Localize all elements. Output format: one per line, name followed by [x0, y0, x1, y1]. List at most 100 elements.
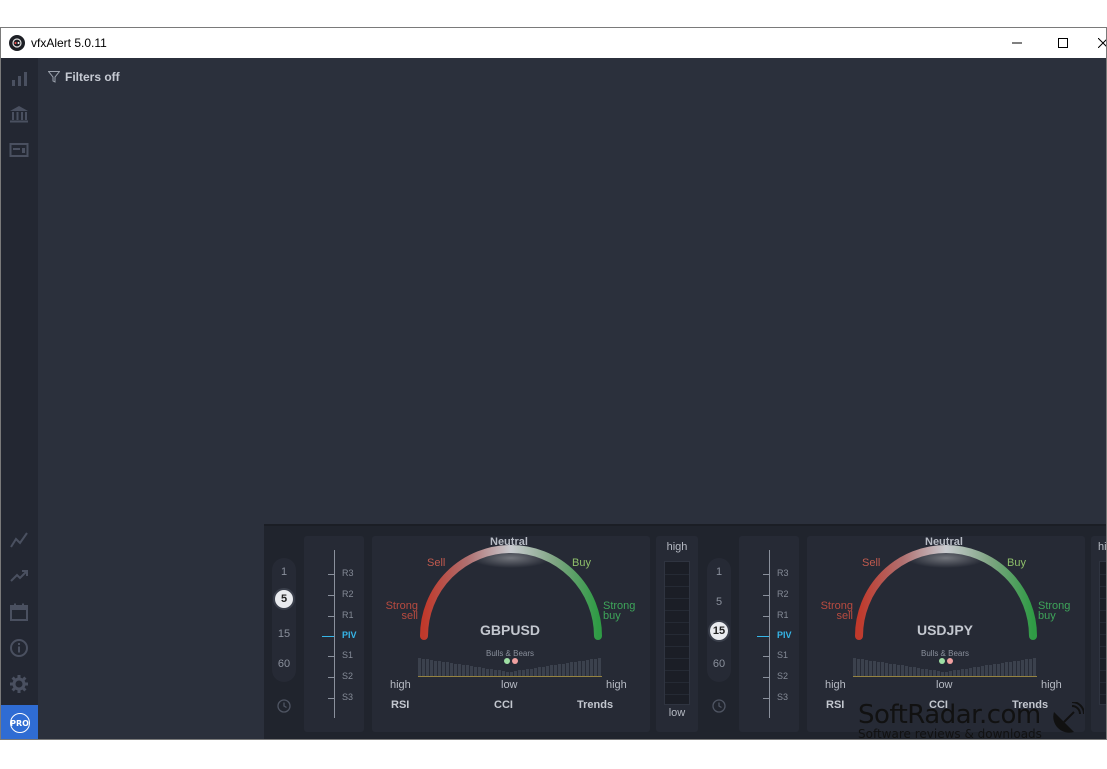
volume-grid-line: [665, 598, 689, 599]
volume-grid-line: [1100, 574, 1106, 575]
window-title: vfxAlert 5.0.11: [31, 36, 107, 50]
timeframe-active[interactable]: 15: [708, 620, 730, 642]
bulls-bears-bar: [578, 661, 581, 676]
bulls-bears-bar: [1017, 660, 1020, 676]
title-bar[interactable]: vfxAlert 5.0.11: [1, 28, 1106, 58]
cci-low-label: low: [501, 679, 518, 691]
pivot-r3: R3: [777, 568, 789, 578]
bulls-bears-baseline: [418, 676, 602, 677]
rsi-high-label: high: [390, 679, 411, 691]
bulls-bears-bar: [594, 658, 597, 676]
pivot-tick: [328, 656, 334, 657]
bulls-bears-bar: [1013, 661, 1016, 676]
volume-grid-line: [1100, 670, 1106, 671]
bulls-bears-bar: [893, 664, 896, 676]
volume-grid-line: [1100, 682, 1106, 683]
satellite-dish-icon: [1053, 702, 1084, 733]
bulls-bears-bar: [474, 666, 477, 676]
bulls-bears-bar: [550, 665, 553, 676]
timeframe-active[interactable]: 5: [273, 588, 295, 610]
timeframe-60[interactable]: 60: [707, 658, 731, 670]
volume-bar: [664, 561, 690, 705]
bank-icon[interactable]: [9, 104, 29, 124]
pivot-s3: S3: [777, 692, 789, 702]
cci-low-label: low: [936, 679, 953, 691]
bulls-bears-bar: [566, 662, 569, 676]
bulls-bears-bar: [438, 661, 441, 676]
bulls-bears-bar: [446, 662, 449, 676]
pivot-tick: [763, 677, 769, 678]
bulls-bears-bar: [1025, 659, 1028, 676]
pivot-s3: S3: [342, 692, 354, 702]
signals-chart-icon[interactable]: [9, 68, 29, 88]
app-logo-icon: [9, 35, 25, 51]
strong-sell-line2: sell: [401, 610, 418, 622]
pro-badge: PRO: [9, 713, 30, 733]
bear-marker: [512, 658, 518, 664]
bulls-bears-bar: [1033, 658, 1036, 676]
currency-pair: USDJPY: [916, 622, 974, 638]
timeframe-1[interactable]: 1: [707, 566, 731, 578]
rsi-label: RSI: [391, 699, 410, 711]
minimize-button[interactable]: [994, 28, 1040, 58]
bulls-bears-bar: [889, 663, 892, 676]
close-button[interactable]: [1080, 28, 1106, 58]
trending-up-icon[interactable]: [9, 566, 29, 586]
pivot-r3: R3: [342, 568, 354, 578]
softradar-watermark: SoftRadar.com Software reviews & downloa…: [858, 700, 1084, 741]
bulls-bears-bar: [989, 664, 992, 676]
strong-buy-line2: buy: [1038, 610, 1056, 622]
bulls-bears-bar: [422, 658, 425, 676]
timeframe-60[interactable]: 60: [272, 658, 296, 670]
pivot-tick: [763, 574, 769, 575]
pivot-tick: [763, 698, 769, 699]
cci-label: CCI: [494, 699, 513, 711]
bulls-bears-label: Bulls & Bears: [485, 649, 535, 658]
pro-button[interactable]: PRO: [1, 705, 38, 739]
timeframe-15[interactable]: 15: [272, 628, 296, 640]
bulls-bears-bar: [542, 666, 545, 676]
bulls-bears-bar: [909, 666, 912, 676]
pivot-tick: [763, 595, 769, 596]
bulls-bears-bar: [478, 667, 481, 676]
bulls-bears-bar: [901, 665, 904, 676]
pivot-s2: S2: [342, 671, 354, 681]
bulls-bears-bar: [925, 669, 928, 676]
volume-grid-line: [665, 694, 689, 695]
volume-grid-line: [665, 574, 689, 575]
gauge-buy-label: Buy: [1007, 557, 1026, 569]
bulls-bears-bar: [462, 664, 465, 676]
bear-marker: [947, 658, 953, 664]
pivot-piv: PIV: [777, 630, 792, 640]
pivot-tick: [763, 616, 769, 617]
bulls-bears-bar: [526, 669, 529, 676]
bulls-bears-bar: [857, 658, 860, 676]
bulls-bears-bar: [993, 664, 996, 676]
calendar-icon[interactable]: [9, 602, 29, 622]
bulls-bears-bar: [562, 663, 565, 676]
bulls-bears-bar: [961, 669, 964, 676]
bulls-bears-bar: [1001, 662, 1004, 676]
timeframe-1[interactable]: 1: [272, 566, 296, 578]
settings-gear-icon[interactable]: [9, 674, 29, 694]
bulls-bears-baseline: [853, 676, 1037, 677]
bulls-bears-bar: [442, 661, 445, 676]
rsi-high-label: high: [825, 679, 846, 691]
bulls-bears-bar: [482, 667, 485, 676]
watermark-title: SoftRadar.com: [858, 700, 1041, 730]
bulls-bears-bar: [869, 660, 872, 676]
filters-toggle[interactable]: Filters off: [48, 70, 120, 84]
bulls-bears-bar: [430, 659, 433, 676]
bulls-bears-bar: [582, 660, 585, 676]
bulls-bears-meter: [853, 658, 1039, 678]
news-panel-icon[interactable]: [9, 140, 29, 160]
info-icon[interactable]: [9, 638, 29, 658]
gauge-sell-label: Sell: [862, 557, 881, 569]
volume-high-label: high: [666, 541, 688, 553]
close-icon: [1098, 38, 1106, 48]
line-chart-icon[interactable]: [9, 530, 29, 550]
volume-grid-line: [1100, 646, 1106, 647]
bulls-bears-bar: [450, 662, 453, 676]
bulls-bears-bar: [458, 664, 461, 676]
timeframe-5[interactable]: 5: [707, 596, 731, 608]
